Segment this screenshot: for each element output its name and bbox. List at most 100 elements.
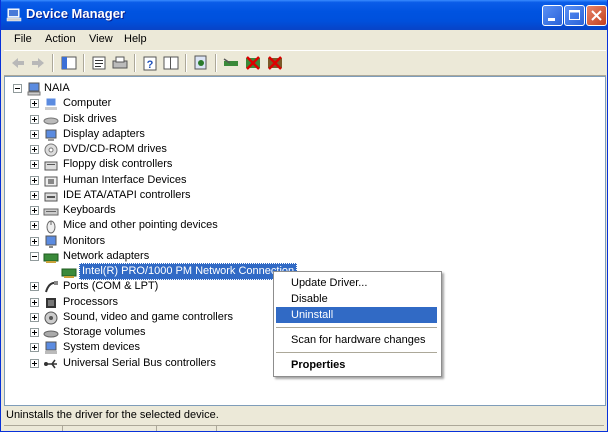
status-panel <box>62 425 63 431</box>
expand-icon[interactable] <box>30 313 39 322</box>
update-driver-icon[interactable] <box>222 54 240 72</box>
display-adapter-icon <box>45 129 57 141</box>
expand-icon[interactable] <box>30 328 39 337</box>
tree-root-label[interactable]: NAIA <box>44 81 70 96</box>
disk-drive-icon <box>43 117 59 125</box>
tree-category-label[interactable]: Storage volumes <box>63 325 146 340</box>
status-panel <box>156 425 157 431</box>
maximize-icon <box>569 10 580 20</box>
menu-separator <box>276 352 437 353</box>
processor-icon <box>46 298 56 308</box>
tree-category-label[interactable]: IDE ATA/ATAPI controllers <box>63 188 191 203</box>
show-hide-tree-icon[interactable] <box>162 54 180 72</box>
tree-category-label[interactable]: Disk drives <box>63 112 117 127</box>
menu-item-disable[interactable]: Disable <box>276 291 437 307</box>
print-icon[interactable] <box>111 54 129 72</box>
tree-category-label[interactable]: Computer <box>63 96 111 111</box>
title-bar[interactable]: Device Manager <box>1 0 607 30</box>
mouse-icon <box>46 220 56 234</box>
expand-icon[interactable] <box>30 359 39 368</box>
forward-icon[interactable] <box>29 54 47 72</box>
back-icon[interactable] <box>9 54 27 72</box>
expand-icon[interactable] <box>30 343 39 352</box>
menu-view[interactable]: View <box>89 33 113 45</box>
sound-icon <box>44 311 58 325</box>
dvd-drive-icon <box>44 143 58 157</box>
menu-file[interactable]: File <box>14 33 32 45</box>
expand-icon[interactable] <box>30 298 39 307</box>
menu-separator <box>276 327 437 328</box>
maximize-button[interactable] <box>564 5 585 26</box>
ide-controller-icon <box>44 192 58 202</box>
tree-selected-device[interactable]: Intel(R) PRO/1000 PM Network Connection <box>79 263 298 280</box>
system-device-icon <box>45 341 57 354</box>
expand-icon[interactable] <box>30 191 39 200</box>
menu-item-properties[interactable]: Properties <box>276 357 437 373</box>
toolbar-separator <box>215 54 217 72</box>
expand-icon[interactable] <box>30 237 39 246</box>
close-button[interactable] <box>586 5 607 26</box>
menu-item-scan-hardware[interactable]: Scan for hardware changes <box>276 332 437 348</box>
uninstall-icon[interactable] <box>244 54 262 72</box>
port-icon <box>45 281 58 293</box>
tree-category-label[interactable]: Ports (COM & LPT) <box>63 279 158 294</box>
expand-icon[interactable] <box>30 206 39 215</box>
window-title: Device Manager <box>26 6 125 21</box>
toolbar-separator <box>83 54 85 72</box>
network-adapter-icon <box>43 253 59 263</box>
expand-icon[interactable] <box>30 130 39 139</box>
tree-category-label[interactable]: Human Interface Devices <box>63 173 187 188</box>
disable-icon[interactable] <box>266 54 284 72</box>
status-bar: Uninstalls the driver for the selected d… <box>4 406 606 431</box>
toolbar-separator <box>134 54 136 72</box>
tree-category-label[interactable]: System devices <box>63 340 140 355</box>
tree-category-label[interactable]: Monitors <box>63 234 105 249</box>
up-tree-icon[interactable] <box>60 54 78 72</box>
expand-icon[interactable] <box>30 176 39 185</box>
monitor-icon <box>45 235 57 248</box>
device-manager-window: Device Manager File Action View Help ? N… <box>0 0 608 432</box>
close-icon <box>591 10 602 21</box>
menu-bar: File Action View Help <box>4 30 606 50</box>
computer-icon <box>45 97 57 110</box>
status-panel <box>216 425 217 431</box>
properties-icon[interactable] <box>90 54 108 72</box>
status-text: Uninstalls the driver for the selected d… <box>6 409 219 421</box>
expand-icon[interactable] <box>30 221 39 230</box>
network-adapter-icon <box>61 268 77 278</box>
floppy-controller-icon <box>44 161 58 171</box>
scan-hardware-icon[interactable] <box>192 54 210 72</box>
expand-icon[interactable] <box>30 99 39 108</box>
menu-item-uninstall[interactable]: Uninstall <box>276 307 437 323</box>
minimize-icon <box>548 18 555 21</box>
expand-icon[interactable] <box>30 115 39 124</box>
menu-action[interactable]: Action <box>45 33 76 45</box>
tree-category-label[interactable]: Floppy disk controllers <box>63 157 172 172</box>
tree-category-label[interactable]: Display adapters <box>63 127 145 142</box>
tree-category-label[interactable]: Processors <box>63 295 118 310</box>
svg-text:?: ? <box>147 59 154 71</box>
storage-icon <box>43 330 59 338</box>
collapse-icon[interactable] <box>30 252 39 261</box>
toolbar-separator <box>185 54 187 72</box>
menu-help[interactable]: Help <box>124 33 147 45</box>
status-divider <box>4 425 604 426</box>
expand-icon[interactable] <box>30 160 39 169</box>
tree-category-label[interactable]: DVD/CD-ROM drives <box>63 142 167 157</box>
tree-category-label[interactable]: Universal Serial Bus controllers <box>63 356 216 371</box>
tree-category-label[interactable]: Mice and other pointing devices <box>63 218 218 233</box>
toolbar: ? <box>4 50 606 76</box>
minimize-button[interactable] <box>542 5 563 26</box>
tree-category-label[interactable]: Keyboards <box>63 203 116 218</box>
tree-category-label[interactable]: Network adapters <box>63 249 149 264</box>
context-menu: Update Driver... Disable Uninstall Scan … <box>273 271 442 377</box>
device-manager-icon <box>6 8 22 22</box>
expand-icon[interactable] <box>30 145 39 154</box>
tree-category-label[interactable]: Sound, video and game controllers <box>63 310 233 325</box>
help-icon[interactable]: ? <box>141 54 159 72</box>
toolbar-separator <box>52 54 54 72</box>
menu-item-update-driver[interactable]: Update Driver... <box>276 275 437 291</box>
collapse-icon[interactable] <box>13 84 22 93</box>
expand-icon[interactable] <box>30 282 39 291</box>
keyboard-icon <box>43 208 59 216</box>
